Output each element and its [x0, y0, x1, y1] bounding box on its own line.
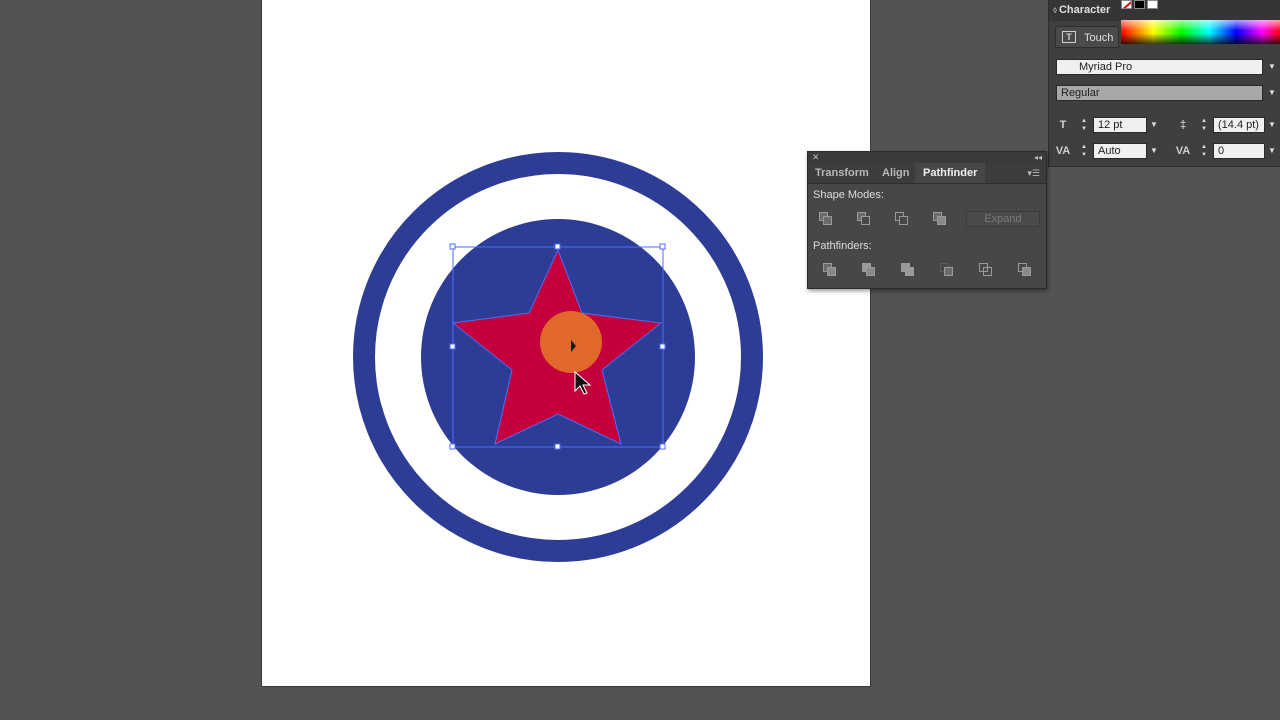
artboard[interactable]: [262, 0, 870, 686]
stepper-arrows-icon[interactable]: ▲ ▼: [1199, 117, 1209, 133]
font-size-field[interactable]: 12 pt: [1093, 117, 1147, 133]
selection-handle[interactable]: [659, 243, 666, 250]
white-swatch[interactable]: [1147, 0, 1158, 9]
font-size-icon: T: [1059, 119, 1067, 131]
tab-transform[interactable]: Transform: [815, 163, 869, 183]
stepper-arrows-icon[interactable]: ▲ ▼: [1079, 143, 1089, 159]
chevron-down-icon[interactable]: ▼: [1266, 59, 1278, 75]
close-icon[interactable]: ✕: [812, 152, 820, 163]
expand-button[interactable]: Expand: [966, 211, 1040, 227]
crop-icon[interactable]: [939, 262, 955, 278]
selection-handle[interactable]: [554, 243, 561, 250]
leading-icon: ‡: [1179, 119, 1187, 131]
leading-field[interactable]: (14.4 pt): [1213, 117, 1265, 133]
stepper-arrows-icon[interactable]: ▲ ▼: [1079, 117, 1089, 133]
stepper-arrows-icon[interactable]: ▲ ▼: [1199, 143, 1209, 159]
collapse-icon[interactable]: ◂◂: [1034, 152, 1042, 163]
intersect-icon[interactable]: [894, 211, 910, 227]
color-spectrum[interactable]: [1121, 20, 1280, 44]
merge-icon[interactable]: [900, 262, 916, 278]
chevron-down-icon[interactable]: ▼: [1266, 117, 1278, 133]
character-panel-title[interactable]: ◊ Character: [1053, 4, 1110, 16]
selection-handle[interactable]: [659, 443, 666, 450]
trim-icon[interactable]: [861, 262, 877, 278]
tab-pathfinder[interactable]: Pathfinder: [915, 163, 986, 183]
selection-handle[interactable]: [449, 443, 456, 450]
panel-menu-icon[interactable]: ▾☰: [1027, 168, 1040, 179]
kerning-icon: VA: [1055, 145, 1071, 157]
selection-handle[interactable]: [554, 443, 561, 450]
selection-handle[interactable]: [449, 243, 456, 250]
font-style-field[interactable]: Regular: [1056, 85, 1263, 101]
pathfinder-panel: ✕ ◂◂ Transform Align Pathfinder ▾☰ Shape…: [807, 151, 1047, 289]
exclude-icon[interactable]: [932, 211, 948, 227]
character-panel: ◊Character T Touch ⌕ Myriad Pro ▼ Regula…: [1048, 0, 1280, 167]
panel-titlebar[interactable]: ✕ ◂◂: [808, 152, 1046, 163]
artwork-canvas[interactable]: [262, 0, 870, 686]
chevron-down-icon[interactable]: ▼: [1148, 117, 1160, 133]
shape-modes-label: Shape Modes:: [813, 189, 884, 201]
touch-type-icon: T: [1062, 31, 1076, 43]
pathfinders-label: Pathfinders:: [813, 240, 872, 252]
divide-icon[interactable]: [822, 262, 838, 278]
character-panel-tabbar: ◊ Character: [1049, 0, 1280, 21]
selection-handle[interactable]: [449, 343, 456, 350]
minus-back-icon[interactable]: [1017, 262, 1033, 278]
tracking-icon: VA: [1175, 145, 1191, 157]
pathfinder-tabbar: Transform Align Pathfinder ▾☰: [808, 163, 1046, 184]
tab-align[interactable]: Align: [882, 163, 910, 183]
minus-front-icon[interactable]: [856, 211, 872, 227]
panel-expand-icon[interactable]: ◊: [1053, 6, 1057, 15]
kerning-field[interactable]: Auto: [1093, 143, 1147, 159]
unite-icon[interactable]: [818, 211, 834, 227]
chevron-down-icon[interactable]: ▼: [1266, 143, 1278, 159]
chevron-down-icon[interactable]: ▼: [1266, 85, 1278, 101]
chevron-down-icon[interactable]: ▼: [1148, 143, 1160, 159]
selection-handle[interactable]: [659, 343, 666, 350]
touch-type-button[interactable]: T Touch: [1055, 26, 1119, 48]
black-swatch[interactable]: [1134, 0, 1145, 9]
tracking-field[interactable]: 0: [1213, 143, 1265, 159]
outline-icon[interactable]: [978, 262, 994, 278]
none-swatch[interactable]: [1121, 0, 1132, 9]
font-family-field[interactable]: Myriad Pro: [1056, 59, 1263, 75]
